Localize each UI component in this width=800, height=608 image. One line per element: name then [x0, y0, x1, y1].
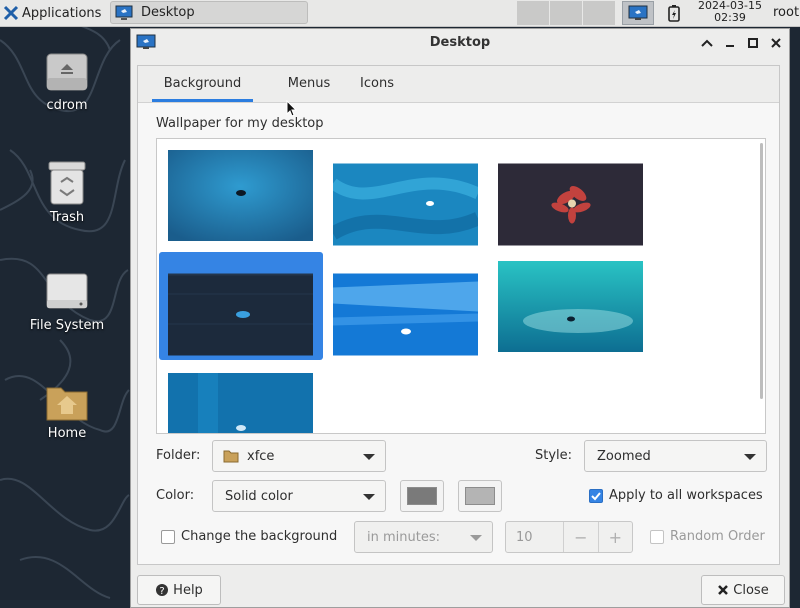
interval-spinbutton[interactable]: 10 − +	[505, 521, 633, 553]
close-button[interactable]: Close	[701, 575, 785, 605]
top-panel: Applications Desktop 2024-03-15 02:39 ro…	[0, 0, 800, 27]
wallpaper-gallery[interactable]	[156, 138, 766, 434]
secondary-color-button[interactable]	[458, 480, 502, 512]
applications-menu-button[interactable]: Applications	[0, 0, 108, 26]
minimize-icon	[726, 45, 734, 47]
desktop-icon-label: Trash	[49, 210, 85, 225]
dialog-title: Desktop	[429, 35, 491, 50]
chevron-down-icon	[470, 535, 482, 541]
color-label: Color:	[156, 488, 195, 503]
folder-label: Folder:	[156, 448, 201, 463]
help-button[interactable]: ? Help	[137, 575, 221, 605]
clock[interactable]: 2024-03-15 02:39	[690, 0, 770, 24]
wallpaper-thumbnail[interactable]	[498, 261, 643, 352]
color-style-combobox[interactable]: Solid color	[212, 480, 386, 512]
workspace-2[interactable]	[549, 1, 582, 25]
chevron-down-icon	[363, 454, 375, 460]
style-combobox[interactable]: Zoomed	[584, 440, 767, 472]
change-background-label: Change the background	[181, 529, 338, 544]
desktop-icon-label: File System	[29, 318, 105, 333]
tab-menus[interactable]: Menus	[266, 66, 352, 102]
interval-number: 10	[516, 529, 533, 545]
workspace-1[interactable]	[516, 1, 549, 25]
primary-color-swatch	[407, 487, 437, 505]
wallpaper-thumbnail[interactable]	[498, 159, 643, 250]
xfce-logo-icon	[3, 5, 19, 21]
desktop-icon	[628, 5, 648, 20]
close-icon	[771, 38, 781, 48]
window-shade-button[interactable]	[697, 33, 717, 53]
increment-button[interactable]: +	[597, 522, 632, 552]
wallpaper-thumbnail[interactable]	[168, 150, 313, 241]
optical-drive-icon	[46, 53, 88, 91]
home-folder-icon	[46, 387, 88, 421]
battery-icon[interactable]	[667, 4, 681, 22]
user-menu[interactable]: root	[773, 5, 799, 20]
desktop-icon-home[interactable]: Home	[17, 380, 117, 441]
gallery-scrollbar[interactable]	[760, 143, 763, 399]
wallpaper-thumbnail[interactable]	[333, 269, 478, 360]
color-style-value: Solid color	[225, 488, 293, 504]
chevron-down-icon	[363, 494, 375, 500]
desktop-icon-cdrom[interactable]: cdrom	[17, 50, 117, 113]
random-order-checkbox[interactable]: Random Order	[650, 529, 765, 544]
secondary-color-swatch	[465, 487, 495, 505]
trash-icon	[48, 161, 86, 205]
workspace-3[interactable]	[582, 1, 615, 25]
taskbar-label: Desktop	[141, 5, 195, 20]
close-label: Close	[733, 582, 769, 598]
change-background-checkbox[interactable]: Change the background	[161, 529, 337, 544]
taskbar-button-desktop[interactable]: Desktop	[110, 1, 308, 24]
wallpaper-section-label: Wallpaper for my desktop	[156, 116, 324, 131]
close-icon	[718, 585, 729, 595]
dialog-titlebar[interactable]: Desktop	[131, 29, 789, 57]
apply-all-workspaces-checkbox[interactable]: Apply to all workspaces	[589, 488, 763, 503]
help-icon: ?	[156, 584, 169, 597]
maximize-icon	[748, 38, 758, 48]
chevron-down-icon	[744, 454, 756, 460]
interval-unit-combobox[interactable]: in minutes:	[354, 521, 493, 553]
desktop-icon-file-system[interactable]: File System	[17, 270, 117, 333]
style-label: Style:	[535, 448, 573, 463]
chevron-up-icon	[701, 39, 713, 47]
random-order-label: Random Order	[670, 529, 765, 544]
primary-color-button[interactable]	[400, 480, 444, 512]
desktop-icon-label: cdrom	[46, 98, 88, 113]
mouse-pointer-icon	[286, 100, 298, 117]
wallpaper-thumbnail-selected[interactable]	[168, 269, 313, 360]
wallpaper-thumbnail[interactable]	[168, 373, 313, 434]
tab-icons[interactable]: Icons	[344, 66, 410, 102]
desktop-settings-icon	[115, 5, 133, 20]
applications-label: Applications	[22, 5, 102, 21]
decrement-button[interactable]: −	[563, 522, 597, 552]
folder-value: xfce	[247, 448, 275, 464]
window-maximize-button[interactable]	[743, 33, 763, 53]
checkbox-unchecked-icon	[161, 529, 175, 544]
desktop-icon-label: Home	[47, 426, 87, 441]
tab-bar: Background Menus Icons	[138, 66, 779, 103]
desktop-icon-trash[interactable]: Trash	[17, 160, 117, 225]
checkbox-checked-icon	[589, 488, 603, 503]
window-close-button[interactable]	[766, 33, 786, 53]
help-label: Help	[173, 582, 203, 598]
style-value: Zoomed	[597, 448, 651, 464]
tab-background[interactable]: Background	[152, 66, 253, 102]
window-minimize-button[interactable]	[720, 33, 740, 53]
wallpaper-thumbnail[interactable]	[333, 159, 478, 250]
checkbox-unchecked-icon	[650, 529, 664, 544]
svg-text:?: ?	[160, 586, 165, 597]
clock-time: 02:39	[714, 11, 746, 24]
show-desktop-button[interactable]	[622, 1, 654, 25]
folder-combobox[interactable]: xfce	[212, 440, 386, 472]
apply-all-workspaces-label: Apply to all workspaces	[609, 488, 763, 503]
hard-drive-icon	[46, 273, 88, 309]
folder-icon	[223, 450, 239, 463]
interval-unit-value: in minutes:	[367, 529, 440, 545]
desktop-settings-dialog: Desktop Background Menus Icons Wallpaper…	[130, 28, 790, 608]
settings-notebook: Background Menus Icons Wallpaper for my …	[137, 65, 780, 565]
